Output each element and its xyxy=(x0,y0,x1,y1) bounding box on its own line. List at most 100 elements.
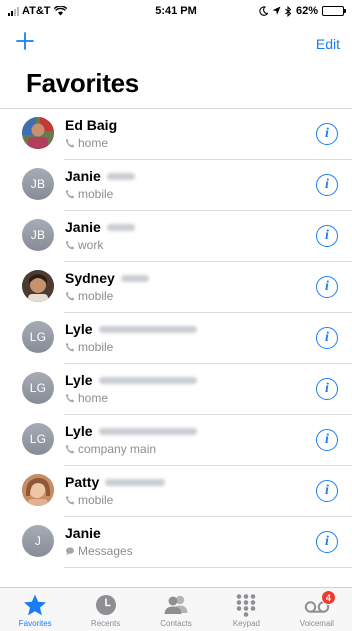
favorite-row[interactable]: J Janie Messages i xyxy=(0,517,352,568)
favorite-row[interactable]: JB Janie work i xyxy=(0,211,352,262)
tab-label: Voicemail xyxy=(299,619,334,628)
info-button[interactable]: i xyxy=(316,123,338,145)
phone-icon xyxy=(65,495,75,505)
tab-favorites[interactable]: Favorites xyxy=(0,588,70,631)
avatar-initials: LG xyxy=(29,330,47,344)
contact-name: Sydney xyxy=(65,270,115,286)
moon-icon xyxy=(259,6,268,16)
contact-name: Janie xyxy=(65,219,101,235)
status-bar: AT&T 5:41 PM 62% xyxy=(0,0,352,22)
contact-label: work xyxy=(78,238,104,252)
info-icon: i xyxy=(325,483,329,498)
tab-label: Recents xyxy=(90,619,121,628)
contact-name-line: Janie xyxy=(65,168,135,184)
redacted-surname xyxy=(98,325,197,333)
phone-icon xyxy=(65,189,75,199)
contact-label: Messages xyxy=(78,544,133,558)
phone-icon xyxy=(65,444,75,454)
contact-name: Patty xyxy=(65,474,100,490)
favorite-row[interactable]: LG Lyle mobile i xyxy=(0,313,352,364)
contact-detail: home xyxy=(65,136,108,150)
status-right: 62% xyxy=(259,5,346,17)
contact-name-line: Lyle xyxy=(65,423,197,439)
contact-detail: mobile xyxy=(65,493,113,507)
info-icon: i xyxy=(325,279,329,294)
contact-detail: Messages xyxy=(65,544,133,558)
redacted-surname xyxy=(105,478,166,486)
contact-name-line: Patty xyxy=(65,474,166,490)
tab-label: Keypad xyxy=(232,619,260,628)
add-favorite-button[interactable] xyxy=(14,30,36,52)
redacted-surname xyxy=(98,427,197,435)
nav-bar: Edit xyxy=(0,24,352,64)
info-button[interactable]: i xyxy=(316,378,338,400)
favorite-row[interactable]: LG Lyle home i xyxy=(0,364,352,415)
avatar-initials: J xyxy=(34,534,42,548)
phone-icon xyxy=(65,138,75,148)
favorite-row[interactable]: JB Janie mobile i xyxy=(0,160,352,211)
contact-name-line: Ed Baig xyxy=(65,117,117,133)
contact-label: mobile xyxy=(78,493,114,507)
info-icon: i xyxy=(325,534,329,549)
info-button[interactable]: i xyxy=(316,225,338,247)
info-icon: i xyxy=(325,432,329,447)
info-button[interactable]: i xyxy=(316,174,338,196)
contact-name: Lyle xyxy=(65,321,93,337)
tab-voicemail[interactable]: 4 Voicemail xyxy=(282,588,352,631)
contact-name-line: Janie xyxy=(65,525,101,541)
contact-label: mobile xyxy=(78,340,114,354)
contact-name-line: Lyle xyxy=(65,372,197,388)
info-icon: i xyxy=(325,330,329,345)
battery-icon xyxy=(322,6,346,16)
contact-detail: work xyxy=(65,238,103,252)
contact-avatar: LG xyxy=(22,321,54,353)
info-button[interactable]: i xyxy=(316,480,338,502)
info-icon: i xyxy=(325,177,329,192)
phone-icon xyxy=(65,240,75,250)
keypad-icon xyxy=(233,593,259,617)
tab-keypad[interactable]: Keypad xyxy=(211,588,281,631)
favorite-row[interactable]: Sydney mobile i xyxy=(0,262,352,313)
info-button[interactable]: i xyxy=(316,276,338,298)
phone-icon xyxy=(65,342,75,352)
contact-name: Janie xyxy=(65,168,101,184)
contact-avatar: LG xyxy=(22,372,54,404)
tab-contacts[interactable]: Contacts xyxy=(141,588,211,631)
contact-label: home xyxy=(78,136,109,150)
edit-button[interactable]: Edit xyxy=(316,36,340,52)
favorite-row[interactable]: Patty mobile i xyxy=(0,466,352,517)
bluetooth-icon xyxy=(285,5,292,17)
contact-avatar xyxy=(22,270,54,302)
contact-detail: mobile xyxy=(65,289,113,303)
avatar-initials: LG xyxy=(29,432,47,446)
phone-icon xyxy=(65,393,75,403)
avatar-initials: LG xyxy=(29,381,47,395)
contact-avatar: J xyxy=(22,525,54,557)
contact-avatar xyxy=(22,474,54,506)
star-icon xyxy=(22,593,48,617)
contact-detail: mobile xyxy=(65,340,113,354)
contact-label: company main xyxy=(78,442,157,456)
tab-label: Favorites xyxy=(18,619,52,628)
tab-recents[interactable]: Recents xyxy=(70,588,140,631)
favorite-row[interactable]: Ed Baig home i xyxy=(0,109,352,160)
contact-name: Lyle xyxy=(65,372,93,388)
phone-icon xyxy=(65,291,75,301)
redacted-surname xyxy=(106,223,135,231)
redacted-surname xyxy=(98,376,197,384)
contact-avatar: JB xyxy=(22,219,54,251)
contact-label: mobile xyxy=(78,187,114,201)
favorites-list: Ed Baig home i JB Janie mobile i JB Janie work i Sy… xyxy=(0,109,352,568)
avatar-initials: JB xyxy=(30,177,46,191)
tab-bar: Favorites Recents Contacts Keypad 4 Voicemail xyxy=(0,587,352,631)
info-icon: i xyxy=(325,126,329,141)
info-button[interactable]: i xyxy=(316,531,338,553)
plus-icon xyxy=(16,32,34,50)
info-button[interactable]: i xyxy=(316,429,338,451)
voicemail-badge: 4 xyxy=(320,590,336,605)
info-button[interactable]: i xyxy=(316,327,338,349)
redacted-surname xyxy=(106,172,135,180)
page-title: Favorites xyxy=(26,68,139,98)
favorite-row[interactable]: LG Lyle company main i xyxy=(0,415,352,466)
contact-name: Janie xyxy=(65,525,101,541)
